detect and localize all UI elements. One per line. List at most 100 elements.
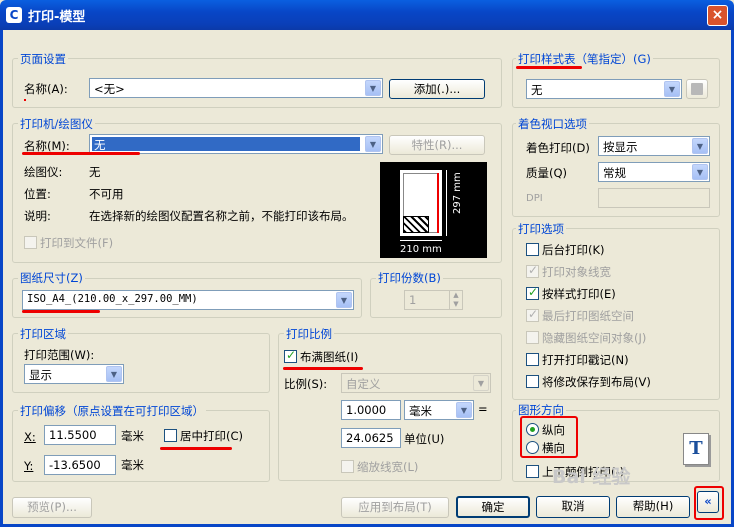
plot-option-checkbox[interactable] bbox=[526, 285, 539, 300]
properties-button[interactable]: 特性(R)... bbox=[389, 135, 485, 155]
window-title: 打印-模型 bbox=[28, 10, 86, 25]
fit-to-paper-label: 布满图纸(I) bbox=[300, 350, 359, 364]
paper-preview: 210 mm 297 mm bbox=[380, 162, 487, 258]
plot-option-checkbox[interactable] bbox=[526, 307, 539, 322]
paper-size-dropdown[interactable]: ISO_A4_(210.00_x_297.00_MM) ▼ bbox=[22, 290, 354, 310]
upside-down-checkbox[interactable] bbox=[526, 465, 539, 478]
copies-spinner[interactable]: ▲ ▼ bbox=[449, 290, 463, 310]
red-underline-annotation bbox=[22, 152, 140, 155]
offset-y-unit: 毫米 bbox=[121, 458, 144, 472]
offset-x-unit: 毫米 bbox=[121, 429, 144, 443]
scale-dropdown[interactable]: 自定义 ▼ bbox=[341, 373, 491, 393]
shade-plot-label: 着色打印(D) bbox=[526, 141, 590, 155]
plot-area-hatch bbox=[403, 216, 429, 233]
plot-range-dropdown[interactable]: 显示 ▼ bbox=[24, 364, 124, 384]
red-underline-annotation bbox=[283, 367, 363, 370]
ok-button[interactable]: 确定 bbox=[456, 496, 530, 518]
width-dimension: 210 mm bbox=[400, 244, 442, 255]
red-underline-annotation bbox=[516, 66, 582, 69]
plotter-label: 绘图仪: bbox=[24, 165, 63, 179]
autocad-logo-icon: C bbox=[6, 7, 22, 23]
plot-style-heading: 打印样式表（笔指定）(G) bbox=[516, 51, 653, 67]
scale-value-input[interactable]: 1.0000 bbox=[341, 400, 401, 420]
plot-option-label: 按样式打印(E) bbox=[542, 287, 616, 301]
chevron-down-icon: ▼ bbox=[456, 402, 472, 418]
shaded-viewport-heading: 着色视口选项 bbox=[516, 116, 589, 132]
red-underline-annotation bbox=[160, 447, 232, 450]
location-value: 不可用 bbox=[89, 187, 124, 201]
width-dimension-line bbox=[400, 240, 442, 241]
help-button[interactable]: 帮助(H) bbox=[616, 496, 690, 518]
red-underline-annotation bbox=[22, 310, 100, 313]
watermark: Bai 经验 bbox=[552, 466, 631, 488]
cancel-button[interactable]: 取消 bbox=[536, 496, 610, 518]
chevron-down-icon: ▼ bbox=[692, 164, 708, 180]
plot-option-label: 打印对象线宽 bbox=[542, 265, 611, 279]
red-dot-annotation bbox=[24, 99, 26, 101]
plot-option-label: 隐藏图纸空间对象(J) bbox=[542, 331, 647, 345]
copies-heading: 打印份数(B) bbox=[376, 270, 443, 286]
plotter-value: 无 bbox=[89, 165, 101, 179]
quality-label: 质量(Q) bbox=[526, 166, 568, 180]
scale-label: 比例(S): bbox=[284, 377, 328, 391]
units-label: 单位(U) bbox=[404, 432, 445, 446]
scale-lineweights-checkbox[interactable] bbox=[341, 460, 354, 473]
plot-offset-heading: 打印偏移（原点设置在可打印区域） bbox=[18, 403, 206, 419]
plot-option-label: 最后打印图纸空间 bbox=[542, 309, 634, 323]
chevron-down-icon: ▼ bbox=[664, 81, 680, 97]
chevron-down-icon: ▼ bbox=[365, 136, 381, 152]
equals-sign: = bbox=[478, 402, 488, 416]
plot-area-heading: 打印区域 bbox=[18, 326, 68, 342]
plot-option-checkbox[interactable] bbox=[526, 375, 539, 388]
plot-option-checkbox[interactable] bbox=[526, 263, 539, 278]
edit-style-button[interactable] bbox=[686, 79, 708, 99]
paper-size-heading: 图纸尺寸(Z) bbox=[18, 270, 85, 286]
dpi-label: DPI bbox=[526, 193, 543, 204]
chevron-down-icon: ▼ bbox=[336, 292, 352, 308]
fit-to-paper-checkbox[interactable] bbox=[284, 348, 297, 363]
dpi-input[interactable] bbox=[598, 188, 710, 208]
plot-area-group bbox=[12, 333, 270, 393]
orientation-preview-icon: T bbox=[683, 433, 709, 465]
add-page-setup-button[interactable]: 添加(.)... bbox=[389, 79, 485, 99]
margin-line bbox=[437, 173, 439, 233]
print-to-file-checkbox[interactable] bbox=[24, 236, 37, 249]
plot-option-checkbox[interactable] bbox=[526, 243, 539, 256]
copies-input[interactable]: 1 bbox=[404, 290, 450, 310]
page-setup-name-label: 名称(A): bbox=[24, 82, 68, 96]
landscape-label: 横向 bbox=[542, 441, 565, 455]
plot-option-checkbox[interactable] bbox=[526, 331, 539, 344]
drawing-units-input[interactable]: 24.0625 bbox=[341, 428, 401, 448]
location-label: 位置: bbox=[24, 187, 51, 201]
apply-to-layout-button[interactable]: 应用到布局(T) bbox=[341, 497, 449, 518]
preview-button[interactable]: 预览(P)... bbox=[12, 497, 92, 518]
page-setup-heading: 页面设置 bbox=[18, 51, 68, 67]
landscape-radio[interactable] bbox=[526, 441, 539, 454]
plot-option-label: 后台打印(K) bbox=[542, 243, 605, 257]
title-bar bbox=[0, 0, 734, 30]
chevron-down-icon: ▼ bbox=[365, 80, 381, 96]
quality-dropdown[interactable]: 常规 ▼ bbox=[598, 162, 710, 182]
plot-option-checkbox[interactable] bbox=[526, 353, 539, 366]
selection-highlight bbox=[92, 137, 360, 151]
plot-range-label: 打印范围(W): bbox=[24, 348, 95, 362]
offset-x-input[interactable]: 11.5500 bbox=[44, 425, 116, 445]
scale-lineweights-label: 缩放线宽(L) bbox=[357, 460, 419, 474]
shade-plot-dropdown[interactable]: 按显示 ▼ bbox=[598, 136, 710, 156]
plotter-name-dropdown[interactable]: 无 ▼ bbox=[89, 134, 383, 154]
plotter-heading: 打印机/绘图仪 bbox=[18, 116, 95, 132]
plot-style-dropdown[interactable]: 无 ▼ bbox=[526, 79, 682, 99]
description-label: 说明: bbox=[24, 209, 51, 223]
portrait-radio[interactable] bbox=[526, 423, 539, 436]
center-plot-checkbox[interactable] bbox=[164, 429, 177, 442]
center-plot-label: 居中打印(C) bbox=[180, 429, 244, 443]
plot-option-label: 打开打印戳记(N) bbox=[542, 353, 629, 367]
portrait-label: 纵向 bbox=[542, 423, 565, 437]
chevron-down-icon: ▼ bbox=[106, 366, 122, 382]
offset-y-input[interactable]: -13.6500 bbox=[44, 455, 116, 475]
page-setup-name-dropdown[interactable]: <无> ▼ bbox=[89, 78, 383, 98]
scale-unit-dropdown[interactable]: 毫米 ▼ bbox=[404, 400, 474, 420]
description-value: 在选择新的绘图仪配置名称之前，不能打印该布局。 bbox=[89, 209, 354, 223]
plot-option-label: 将修改保存到布局(V) bbox=[542, 375, 651, 389]
close-button[interactable]: × bbox=[707, 5, 728, 26]
